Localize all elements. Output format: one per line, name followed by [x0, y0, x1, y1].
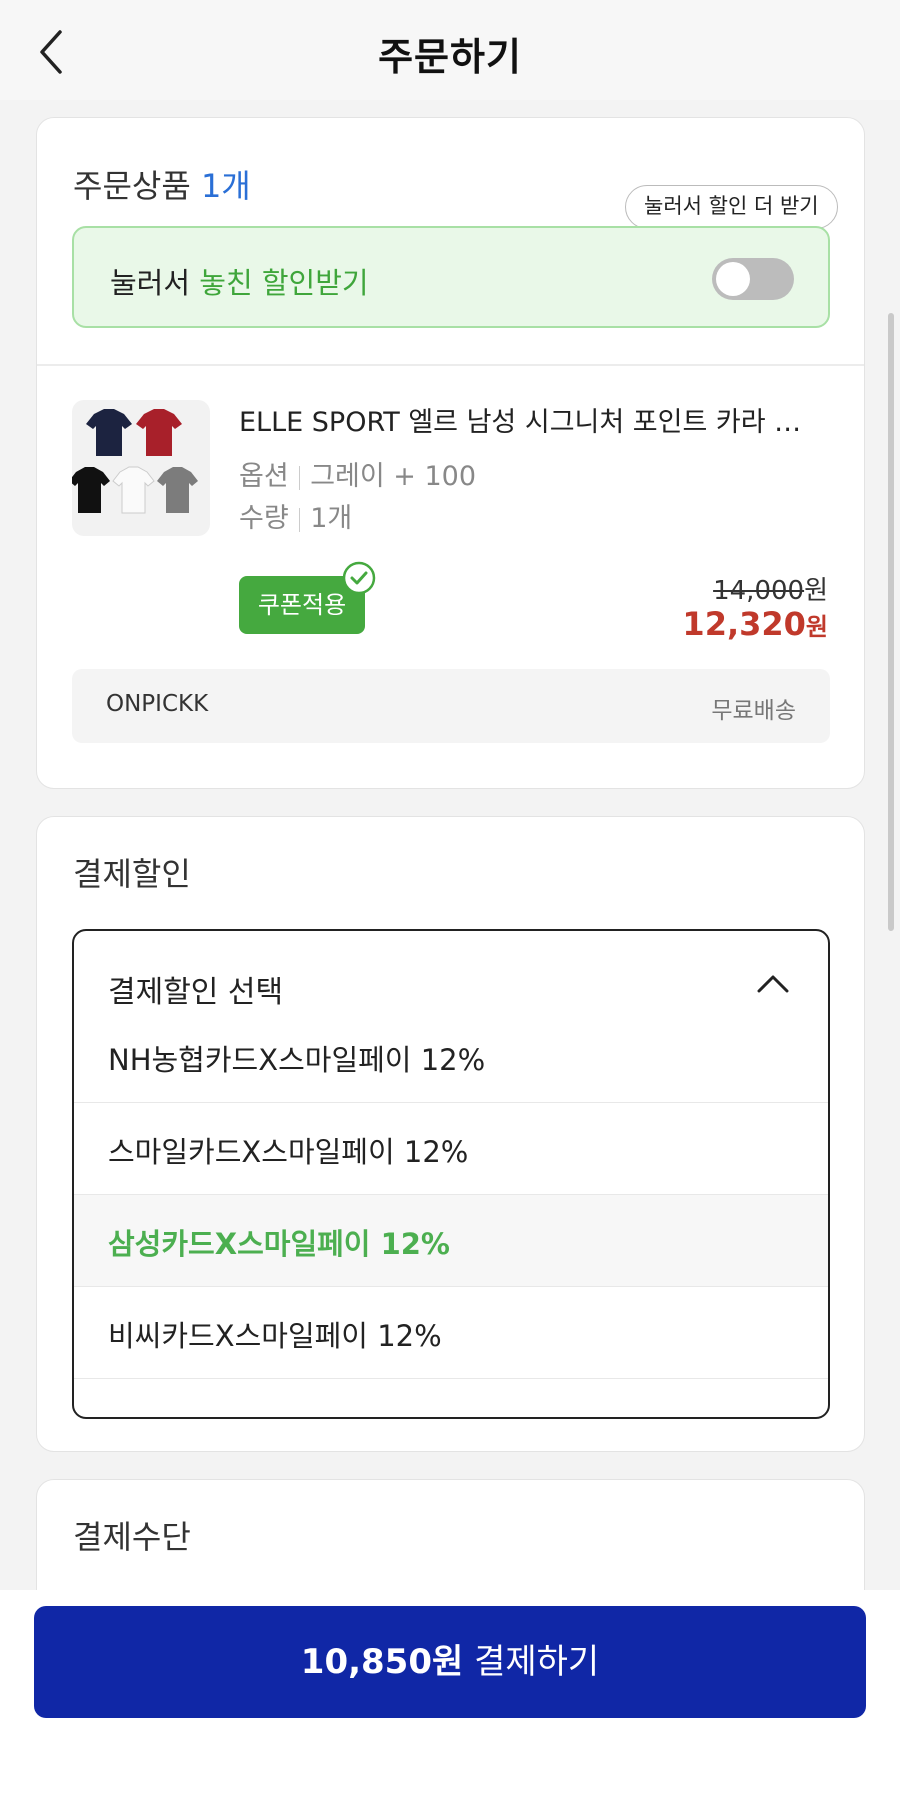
page-title: 주문하기 [378, 35, 522, 79]
shirt-gray-icon [157, 467, 198, 513]
shirt-navy-icon [86, 409, 132, 456]
payment-discount-card: 결제할인 결제할인 선택 NH농협카드X스마일페이 12% 스마일카드X스마일페… [36, 816, 865, 1452]
bottom-bar: 10,850원 결제하기 [0, 1590, 900, 1808]
chevron-up-icon[interactable] [756, 971, 790, 995]
banner-prefix: 눌러서 [110, 266, 191, 300]
dropdown-label[interactable]: 결제할인 선택 [108, 967, 283, 1011]
shirt-red-icon [136, 409, 182, 456]
product-quantity: 수량 1개 [239, 496, 352, 535]
seller-bar: ONPICKK 무료배송 [72, 669, 830, 743]
discount-option-label: NH농협카드X스마일페이 12% [108, 1043, 486, 1077]
currency-won: 원 [805, 613, 828, 641]
discount-toggle[interactable] [712, 258, 794, 300]
pay-button[interactable]: 10,850원 결제하기 [34, 1606, 866, 1718]
discount-option[interactable]: 스마일카드X스마일페이 12% [74, 1103, 828, 1195]
quantity-value: 1개 [310, 503, 353, 534]
check-circle-icon [342, 561, 376, 595]
discount-option-selected[interactable]: 삼성카드X스마일페이 12% [74, 1195, 828, 1287]
pay-label: 결제하기 [474, 1642, 600, 1682]
banner-text: 눌러서 놓친 할인받기 [110, 260, 369, 302]
discount-option[interactable]: NH농협카드X스마일페이 12% [74, 1011, 828, 1103]
banner-highlight: 놓친 할인받기 [199, 266, 369, 300]
discount-dropdown[interactable]: 결제할인 선택 NH농협카드X스마일페이 12% 스마일카드X스마일페이 12%… [72, 929, 830, 1419]
original-price: 14,000원 [713, 570, 828, 607]
final-price-value: 12,320 [682, 605, 806, 643]
quantity-label: 수량 [239, 503, 289, 534]
option-label: 옵션 [239, 461, 289, 492]
pay-amount: 10,850원 [300, 1642, 464, 1682]
order-items-card: 주문상품 1개 눌러서 할인 더 받기 눌러서 놓친 할인받기 ELLE SPO… [36, 117, 865, 789]
order-section-title: 주문상품 1개 [73, 161, 251, 207]
discount-option-label: 비씨카드X스마일페이 12% [108, 1319, 442, 1353]
order-item-count: 1개 [200, 167, 251, 205]
missed-discount-banner[interactable]: 눌러서 놓친 할인받기 [72, 226, 830, 328]
discount-section-title: 결제할인 [73, 855, 191, 893]
shipping-info: 무료배송 [711, 698, 796, 724]
discount-option[interactable]: 비씨카드X스마일페이 12% [74, 1287, 828, 1379]
discount-option-label: 스마일카드X스마일페이 12% [108, 1135, 469, 1169]
discount-tooltip: 눌러서 할인 더 받기 [625, 185, 838, 229]
top-header: 주문하기 [0, 0, 900, 100]
seller-name: ONPICKK [106, 691, 209, 717]
shirt-black-icon [72, 467, 110, 513]
product-thumbnail[interactable] [72, 400, 210, 536]
option-value: 그레이 + 100 [310, 461, 477, 492]
toggle-knob [716, 262, 750, 296]
payment-method-title: 결제수단 [73, 1518, 191, 1556]
shirt-white-icon [112, 466, 155, 514]
product-option: 옵션 그레이 + 100 [239, 454, 476, 493]
separator [298, 507, 301, 532]
discount-option-label: 삼성카드X스마일페이 12% [108, 1227, 450, 1261]
scrollbar[interactable] [888, 313, 894, 931]
product-name[interactable]: ELLE SPORT 엘르 남성 시그니처 포인트 카라 반팔 티셔츠 [239, 400, 819, 439]
final-price: 12,320원 [682, 605, 828, 643]
divider [37, 364, 864, 366]
currency-won: 원 [804, 576, 828, 606]
order-section-label: 주문상품 [73, 167, 191, 205]
separator [298, 465, 301, 490]
original-price-value: 14,000 [713, 576, 805, 606]
